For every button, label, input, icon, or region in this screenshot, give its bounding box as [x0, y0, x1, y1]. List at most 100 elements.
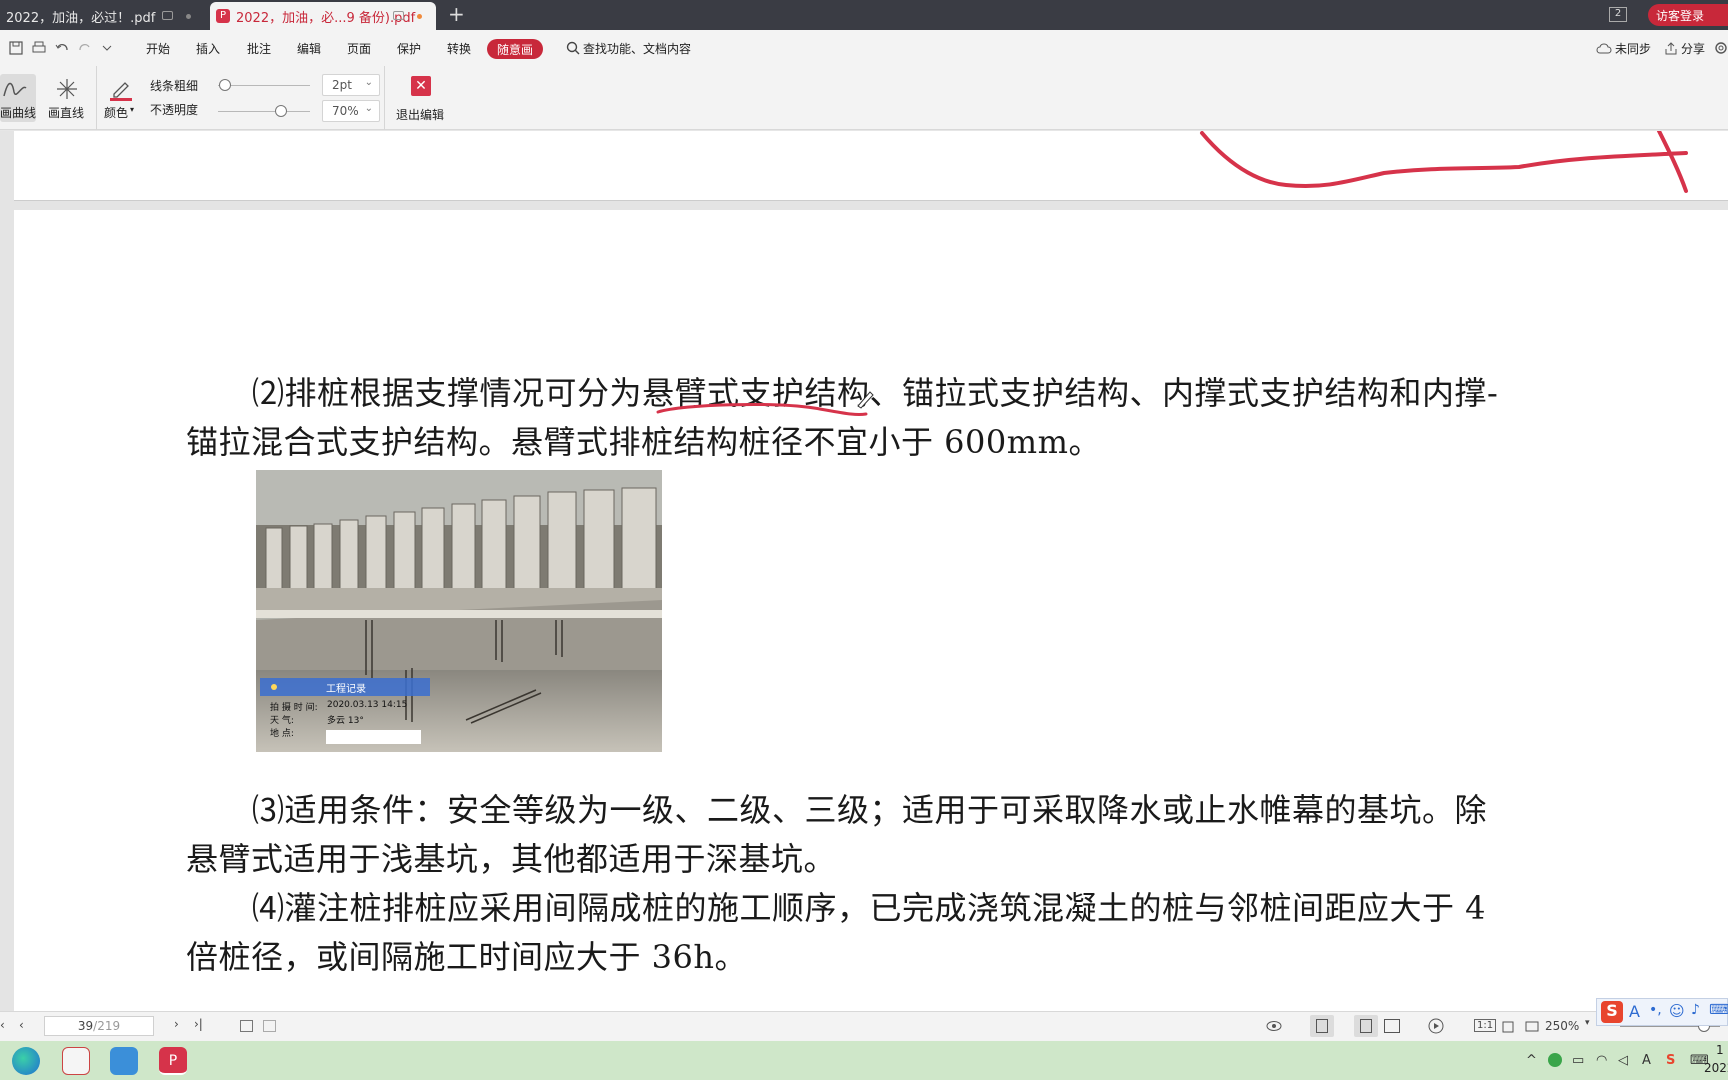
tab-document-1[interactable]: 2022，加油，必过！.pdf	[0, 2, 205, 30]
customize-chevron-icon[interactable]	[101, 41, 113, 55]
chevron-down-icon: ⌄	[364, 77, 373, 88]
taskbar: P ^ ▭ ◠ ◁ A S ⌨ 1 2022	[0, 1041, 1728, 1080]
current-page-number: 39	[77, 1019, 94, 1033]
menu-start[interactable]: 开始	[146, 40, 170, 57]
next-page-icon[interactable]: ›	[174, 1017, 179, 1031]
card-game-icon[interactable]	[62, 1047, 90, 1075]
exit-panel-icon[interactable]	[240, 1020, 253, 1032]
continuous-view-button[interactable]	[1354, 1015, 1378, 1037]
tray-ime-mode-icon[interactable]: A	[1642, 1053, 1651, 1068]
share-button[interactable]: 分享	[1681, 40, 1705, 57]
photo-place-label: 地 点:	[270, 729, 294, 739]
photo-weather-value: 多云 13°	[327, 716, 364, 726]
menu-bar: 开始 插入 批注 编辑 页面 保护 转换 随意画 查找功能、文档内容 未同步 分…	[0, 30, 1728, 66]
search-functions-input[interactable]: 查找功能、文档内容	[583, 40, 691, 57]
ime-emoji-icon[interactable]: ☺	[1669, 1002, 1685, 1020]
paragraph-4-line-2: 倍桩径，或间隔施工时间应大于 36h。	[186, 938, 748, 976]
line-width-slider[interactable]	[218, 85, 310, 86]
color-button[interactable]: 颜色 ▾	[104, 74, 138, 122]
zoom-level[interactable]: 250%	[1545, 1019, 1579, 1033]
photo-weather-label: 天 气:	[270, 716, 294, 726]
menu-annotate[interactable]: 批注	[247, 40, 271, 57]
eye-protect-icon[interactable]	[1265, 1019, 1283, 1033]
tray-battery-icon[interactable]: ▭	[1572, 1053, 1584, 1068]
login-button[interactable]: 访客登录	[1648, 4, 1728, 26]
save-icon[interactable]	[9, 41, 23, 55]
tray-expand-icon[interactable]: ^	[1526, 1053, 1537, 1068]
unsaved-dot-icon	[186, 14, 191, 19]
paragraph-2-line-2: 锚拉混合式支护结构。悬臂式排桩结构桩径不宜小于 600mm。	[186, 423, 1101, 461]
clock-time[interactable]: 1	[1716, 1043, 1724, 1057]
menu-edit[interactable]: 编辑	[297, 40, 321, 57]
opacity-select[interactable]: 70% ⌄	[322, 100, 380, 122]
previous-page-icon[interactable]: ‹	[19, 1018, 24, 1032]
actual-size-icon[interactable]: 1:1	[1474, 1019, 1497, 1032]
line-width-value: 2pt	[332, 78, 352, 92]
draw-line-button[interactable]: 画直线	[44, 74, 88, 122]
wps-pdf-icon[interactable]: P	[159, 1047, 187, 1075]
pen-icon	[113, 82, 129, 98]
last-page-icon[interactable]: ›|	[194, 1017, 203, 1031]
sogou-logo-icon: S	[1601, 1001, 1623, 1023]
menu-protect[interactable]: 保护	[397, 40, 421, 57]
ime-chinese-mode-icon[interactable]: A	[1629, 1002, 1640, 1021]
share-icon	[1665, 42, 1677, 55]
pdf-tab-label: 2022，加油，必过！.pdf	[6, 10, 156, 26]
tray-security-icon[interactable]	[1548, 1053, 1562, 1067]
fit-page-icon[interactable]	[1500, 1019, 1516, 1035]
two-page-view-icon[interactable]	[1384, 1019, 1400, 1033]
search-icon	[566, 41, 580, 55]
tray-wifi-icon[interactable]: ◠	[1596, 1053, 1607, 1068]
menu-page[interactable]: 页面	[347, 40, 371, 57]
paragraph-3-line-1: ⑶适用条件：安全等级为一级、二级、三级；适用于可采取降水或止水帷幕的基坑。除	[252, 791, 1488, 829]
tray-volume-icon[interactable]: ◁	[1618, 1053, 1628, 1068]
draw-curve-button[interactable]: 画曲线	[0, 74, 36, 122]
enter-panel-icon[interactable]	[263, 1020, 276, 1032]
photo-time-value: 2020.03.13 14:15	[327, 700, 408, 710]
curve-icon	[3, 82, 27, 97]
ink-annotation-stroke[interactable]	[1174, 131, 1714, 201]
monitor-icon	[162, 11, 173, 20]
redo-icon[interactable]	[78, 41, 92, 55]
ime-floating-toolbar[interactable]: S A •, ☺ ♪ ⌨	[1596, 998, 1728, 1026]
window-count-badge[interactable]: 2	[1609, 7, 1627, 22]
new-tab-button[interactable]: +	[448, 2, 465, 26]
current-page: ⑵排桩根据支撑情况可分为悬臂式支护结构、锚拉式支护结构、内撑式支护结构和内撑- …	[14, 210, 1728, 1011]
page-number-input[interactable]: 39/219	[44, 1016, 154, 1036]
tray-sogou-icon[interactable]: S	[1666, 1053, 1675, 1068]
line-width-slider-knob[interactable]	[219, 79, 231, 91]
pdf-file-icon: P	[216, 9, 230, 23]
single-page-view-button[interactable]	[1310, 1015, 1334, 1037]
fit-width-icon[interactable]	[1524, 1019, 1540, 1035]
edge-browser-icon[interactable]	[12, 1047, 40, 1075]
document-viewport[interactable]: ⑵排桩根据支撑情况可分为悬臂式支护结构、锚拉式支护结构、内撑式支护结构和内撑- …	[0, 131, 1728, 1011]
menu-freehand-draw[interactable]: 随意画	[487, 39, 543, 59]
draw-curve-label: 画曲线	[0, 106, 37, 120]
ime-voice-icon[interactable]: ♪	[1691, 1002, 1700, 1018]
ime-punctuation-icon[interactable]: •,	[1649, 1002, 1662, 1018]
clock-date[interactable]: 2022	[1704, 1061, 1728, 1075]
tab-document-2[interactable]: P 2022，加油，必...9 备份).pdf	[210, 2, 436, 30]
toolbar-divider	[96, 66, 97, 130]
ink-underline-annotation[interactable]	[654, 394, 874, 424]
menu-insert[interactable]: 插入	[196, 40, 220, 57]
exit-edit-button[interactable]: ✕ 退出编辑	[396, 74, 448, 122]
zoom-dropdown-icon[interactable]: ▾	[1585, 1018, 1590, 1028]
opacity-label: 不透明度	[150, 103, 199, 117]
menu-convert[interactable]: 转换	[447, 40, 471, 57]
ime-keyboard-icon[interactable]: ⌨	[1709, 1002, 1728, 1018]
settings-icon[interactable]	[1714, 41, 1728, 55]
opacity-slider[interactable]	[218, 111, 310, 112]
line-width-select[interactable]: 2pt ⌄	[322, 74, 380, 96]
photo-time-label: 拍 摄 时 间:	[270, 703, 318, 713]
first-page-icon[interactable]: ‹	[0, 1018, 5, 1032]
opacity-slider-knob[interactable]	[275, 105, 287, 117]
print-icon[interactable]	[32, 41, 46, 55]
unsaved-dot-icon	[417, 14, 422, 19]
monitor-icon	[393, 11, 404, 20]
photo-caption-title: 工程记录	[326, 684, 366, 695]
sync-status[interactable]: 未同步	[1615, 40, 1651, 57]
play-icon[interactable]	[1428, 1018, 1444, 1034]
image-viewer-icon[interactable]	[110, 1047, 138, 1075]
undo-icon[interactable]	[55, 41, 69, 55]
